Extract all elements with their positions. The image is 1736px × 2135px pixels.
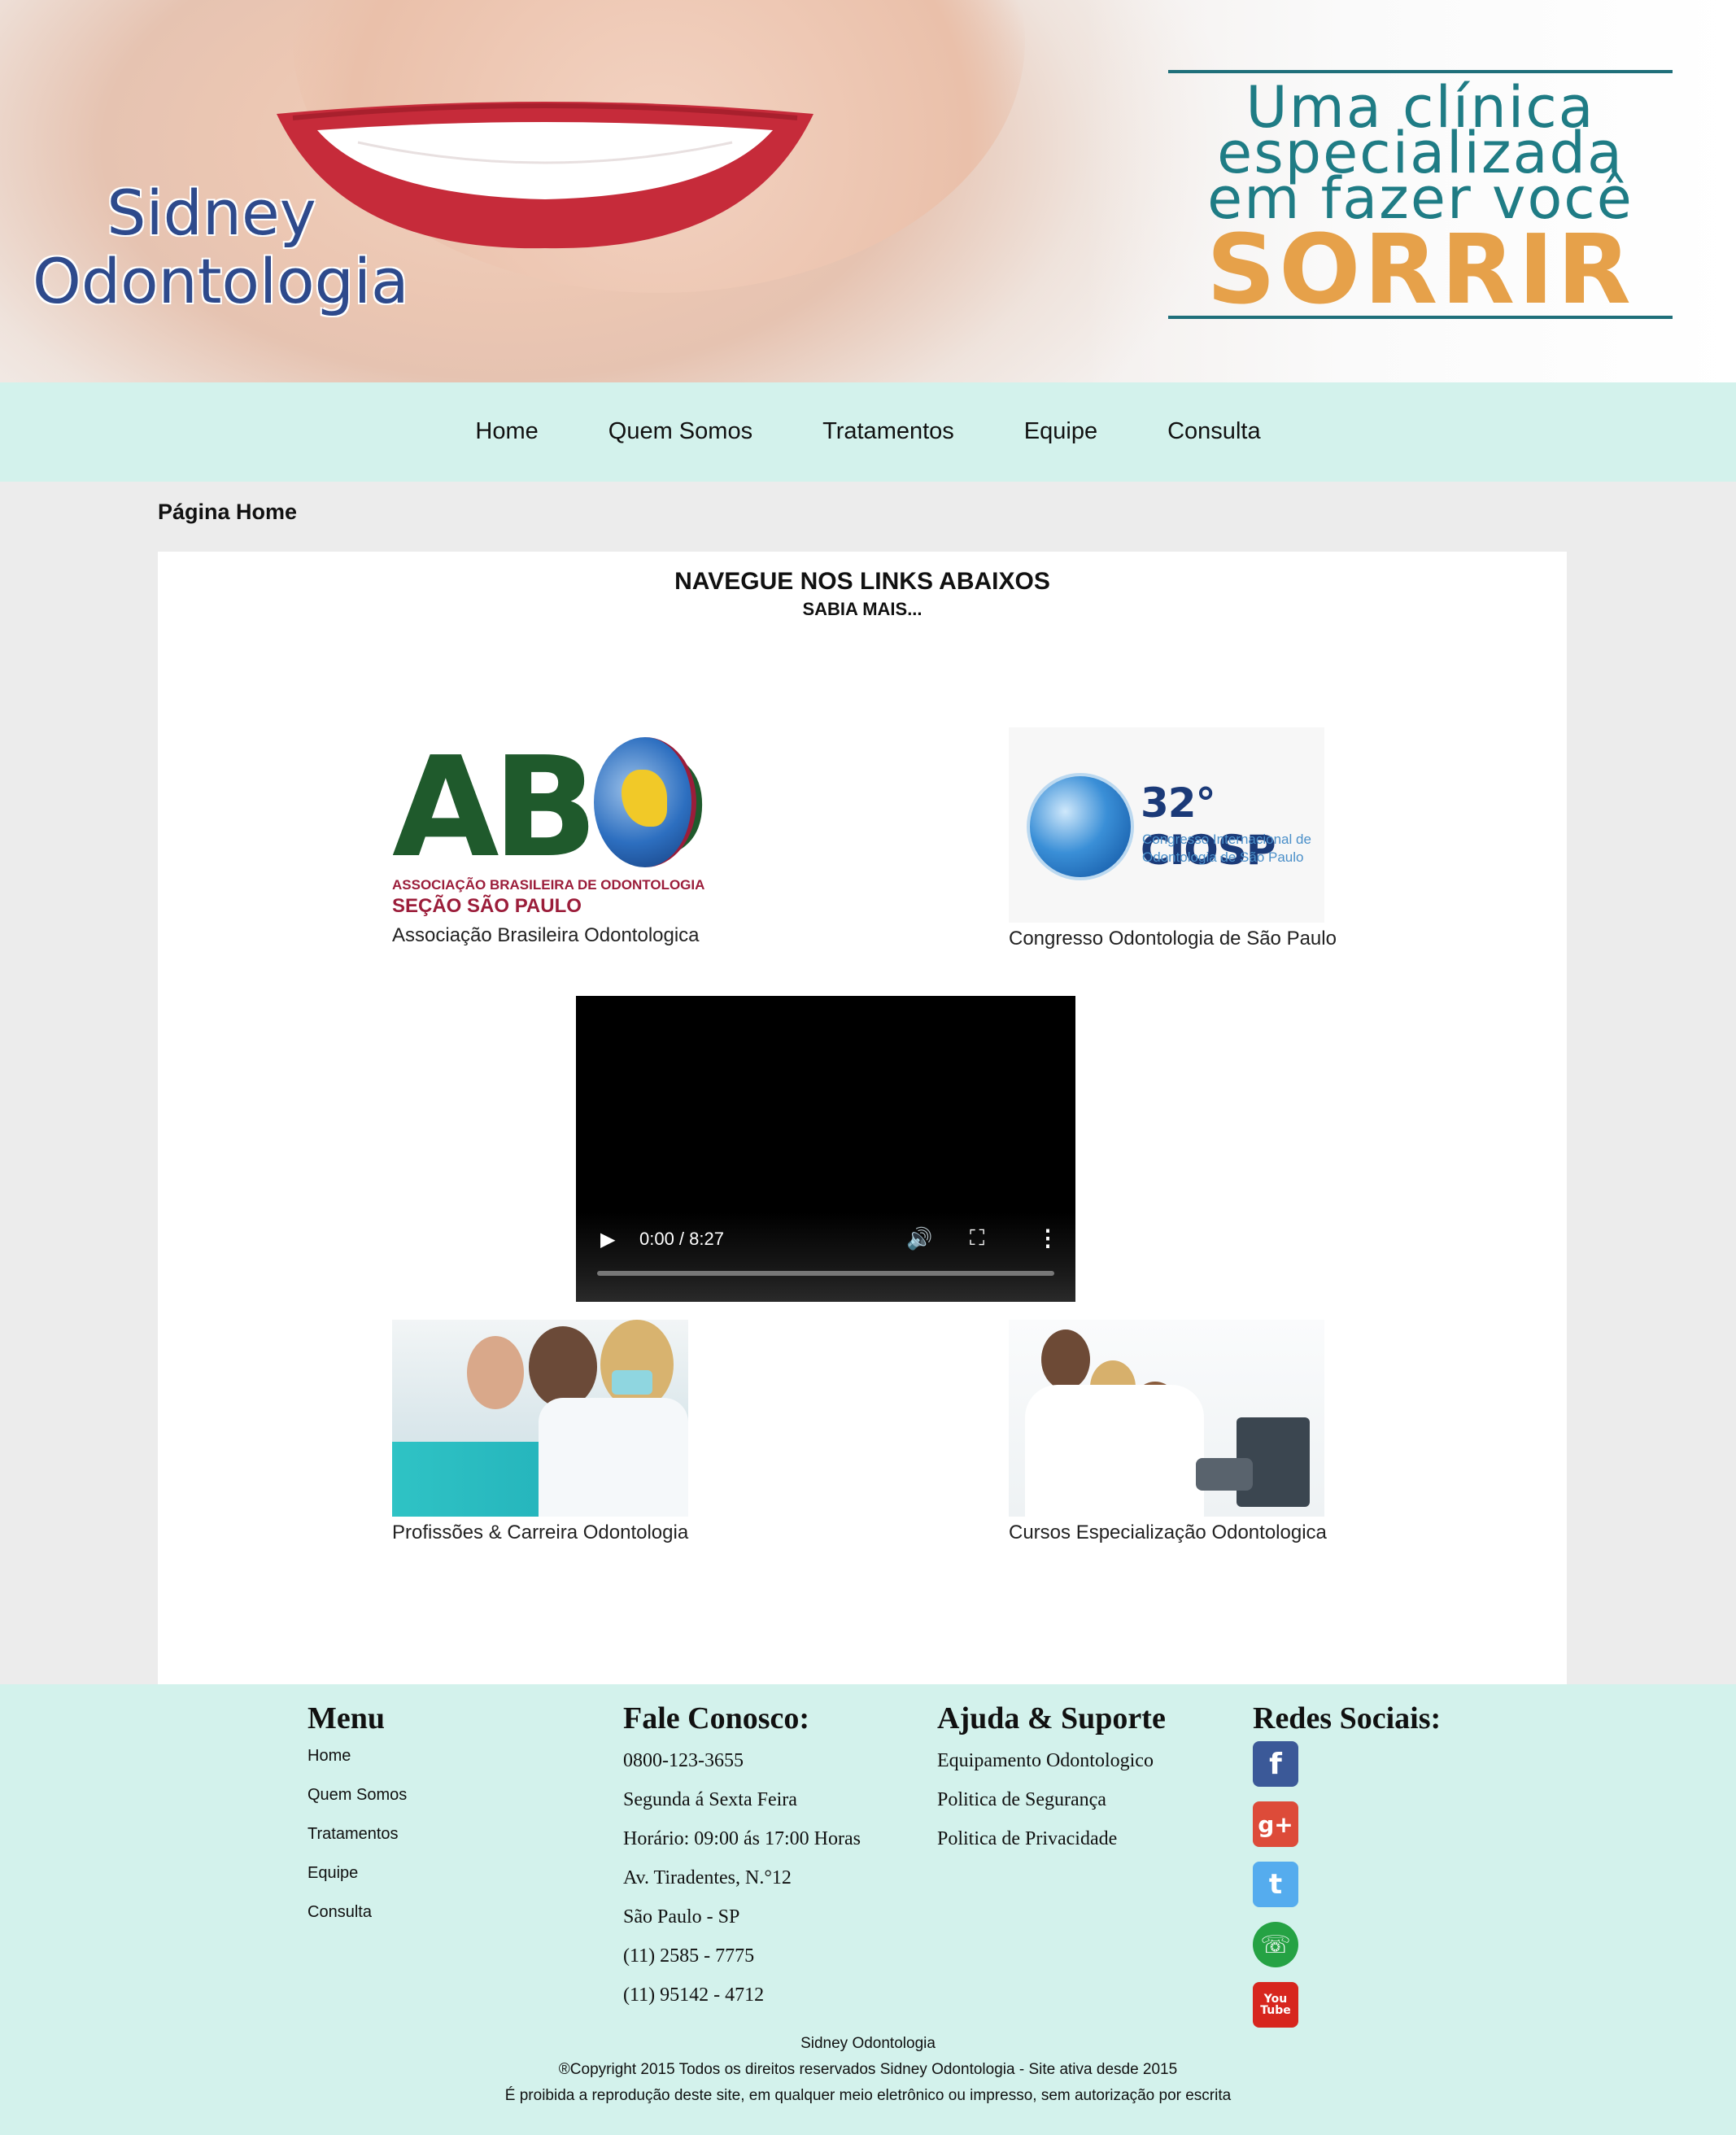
contact-phone: 0800-123-3655 xyxy=(623,1750,744,1771)
copyright: Sidney Odontologia ®Copyright 2015 Todos… xyxy=(0,2031,1736,2109)
section-subheading: SABIA MAIS... xyxy=(802,599,923,619)
nav-tratamentos[interactable]: Tratamentos xyxy=(822,418,954,445)
play-icon[interactable]: ▶ xyxy=(600,1228,615,1251)
profissoes-photo[interactable] xyxy=(392,1320,688,1517)
footer: Menu Home Quem Somos Tratamentos Equipe … xyxy=(0,1684,1736,2135)
footer-social-title: Redes Sociais: xyxy=(1253,1701,1442,1736)
fullscreen-icon[interactable]: ⛶ xyxy=(970,1225,984,1251)
footer-contact-title: Fale Conosco: xyxy=(623,1701,810,1736)
help-link-privacidade[interactable]: Politica de Privacidade xyxy=(937,1819,1166,1858)
card-profissoes[interactable]: Profissões & Carreira Odontologia xyxy=(392,1320,718,1544)
nav-equipe[interactable]: Equipe xyxy=(1024,418,1097,445)
card-caption[interactable]: Associação Brasileira Odontologica xyxy=(392,924,718,947)
header-banner: Sidney Odontologia Uma clínica especiali… xyxy=(0,0,1736,382)
card-cursos[interactable]: Cursos Especialização Odontologica xyxy=(1009,1320,1350,1544)
footer-help-title: Ajuda & Suporte xyxy=(937,1701,1166,1736)
nav-consulta[interactable]: Consulta xyxy=(1167,418,1260,445)
more-options-icon[interactable]: ⋮ xyxy=(1036,1225,1059,1251)
nav-home[interactable]: Home xyxy=(475,418,538,445)
slogan: Uma clínica especializada em fazer você … xyxy=(1168,70,1673,319)
footer-contact: Fale Conosco: 0800-123-3655 Segunda á Se… xyxy=(623,1701,861,2015)
video-progress-bar[interactable] xyxy=(597,1271,1054,1276)
volume-icon[interactable]: 🔊 xyxy=(906,1226,932,1251)
whatsapp-icon[interactable]: ☏ xyxy=(1253,1922,1298,1967)
breadcrumb: Página Home xyxy=(158,500,298,524)
copyright-notice: ®Copyright 2015 Todos os direitos reserv… xyxy=(558,2061,1178,2078)
contact-address: Av. Tiradentes, N.°12 xyxy=(623,1867,792,1888)
twitter-icon[interactable]: t xyxy=(1253,1862,1298,1907)
card-caption[interactable]: Profissões & Carreira Odontologia xyxy=(392,1522,718,1544)
ciosp-logo[interactable]: 32° CIOSP Congresso Internacional de Odo… xyxy=(1009,727,1324,923)
copyright-brand: Sidney Odontologia xyxy=(800,2035,936,2052)
main-nav: Home Quem Somos Tratamentos Equipe Consu… xyxy=(0,382,1736,482)
card-ciosp[interactable]: 32° CIOSP Congresso Internacional de Odo… xyxy=(1009,727,1350,950)
video-time: 0:00 / 8:27 xyxy=(639,1229,724,1249)
footer-link-home[interactable]: Home xyxy=(308,1736,407,1775)
contact-phone-3: (11) 95142 - 4712 xyxy=(623,1984,765,2006)
card-caption[interactable]: Congresso Odontologia de São Paulo xyxy=(1009,928,1350,950)
contact-hours: Horário: 09:00 ás 17:00 Horas xyxy=(623,1828,861,1849)
card-abo[interactable]: ABO ASSOCIAÇÃO BRASILEIRA DE ODONTOLOGIA… xyxy=(392,731,718,947)
nav-quem-somos[interactable]: Quem Somos xyxy=(608,418,752,445)
abo-logo[interactable]: ABO ASSOCIAÇÃO BRASILEIRA DE ODONTOLOGIA… xyxy=(392,731,718,918)
footer-social: Redes Sociais: f g+ t ☏ You Tube xyxy=(1253,1701,1441,2042)
footer-link-tratamentos[interactable]: Tratamentos xyxy=(308,1814,407,1853)
contact-days: Segunda á Sexta Feira xyxy=(623,1789,797,1810)
facebook-icon[interactable]: f xyxy=(1253,1741,1298,1787)
content-panel: NAVEGUE NOS LINKS ABAIXOS SABIA MAIS... … xyxy=(158,552,1567,1684)
card-caption[interactable]: Cursos Especialização Odontologica xyxy=(1009,1522,1350,1544)
copyright-warning: É proibida a reprodução deste site, em q… xyxy=(504,2087,1232,2104)
footer-menu: Menu Home Quem Somos Tratamentos Equipe … xyxy=(308,1701,407,1932)
video-player[interactable]: ▶ 0:00 / 8:27 🔊 ⛶ ⋮ xyxy=(576,996,1075,1302)
help-link-equipamento[interactable]: Equipamento Odontologico xyxy=(937,1741,1166,1780)
footer-menu-title: Menu xyxy=(308,1701,385,1736)
google-plus-icon[interactable]: g+ xyxy=(1253,1801,1298,1847)
help-link-seguranca[interactable]: Politica de Segurança xyxy=(937,1780,1166,1819)
youtube-icon[interactable]: You Tube xyxy=(1253,1982,1298,2028)
footer-link-quem-somos[interactable]: Quem Somos xyxy=(308,1775,407,1814)
footer-link-consulta[interactable]: Consulta xyxy=(308,1893,407,1932)
footer-link-equipe[interactable]: Equipe xyxy=(308,1853,407,1893)
cursos-photo[interactable] xyxy=(1009,1320,1324,1517)
main-area: Página Home NAVEGUE NOS LINKS ABAIXOS SA… xyxy=(0,482,1736,1684)
contact-city: São Paulo - SP xyxy=(623,1906,740,1928)
contact-phone-2: (11) 2585 - 7775 xyxy=(623,1945,755,1967)
section-heading: NAVEGUE NOS LINKS ABAIXOS xyxy=(674,568,1050,595)
brand-logo[interactable]: Sidney Odontologia xyxy=(33,179,409,316)
footer-help: Ajuda & Suporte Equipamento Odontologico… xyxy=(937,1701,1166,1858)
